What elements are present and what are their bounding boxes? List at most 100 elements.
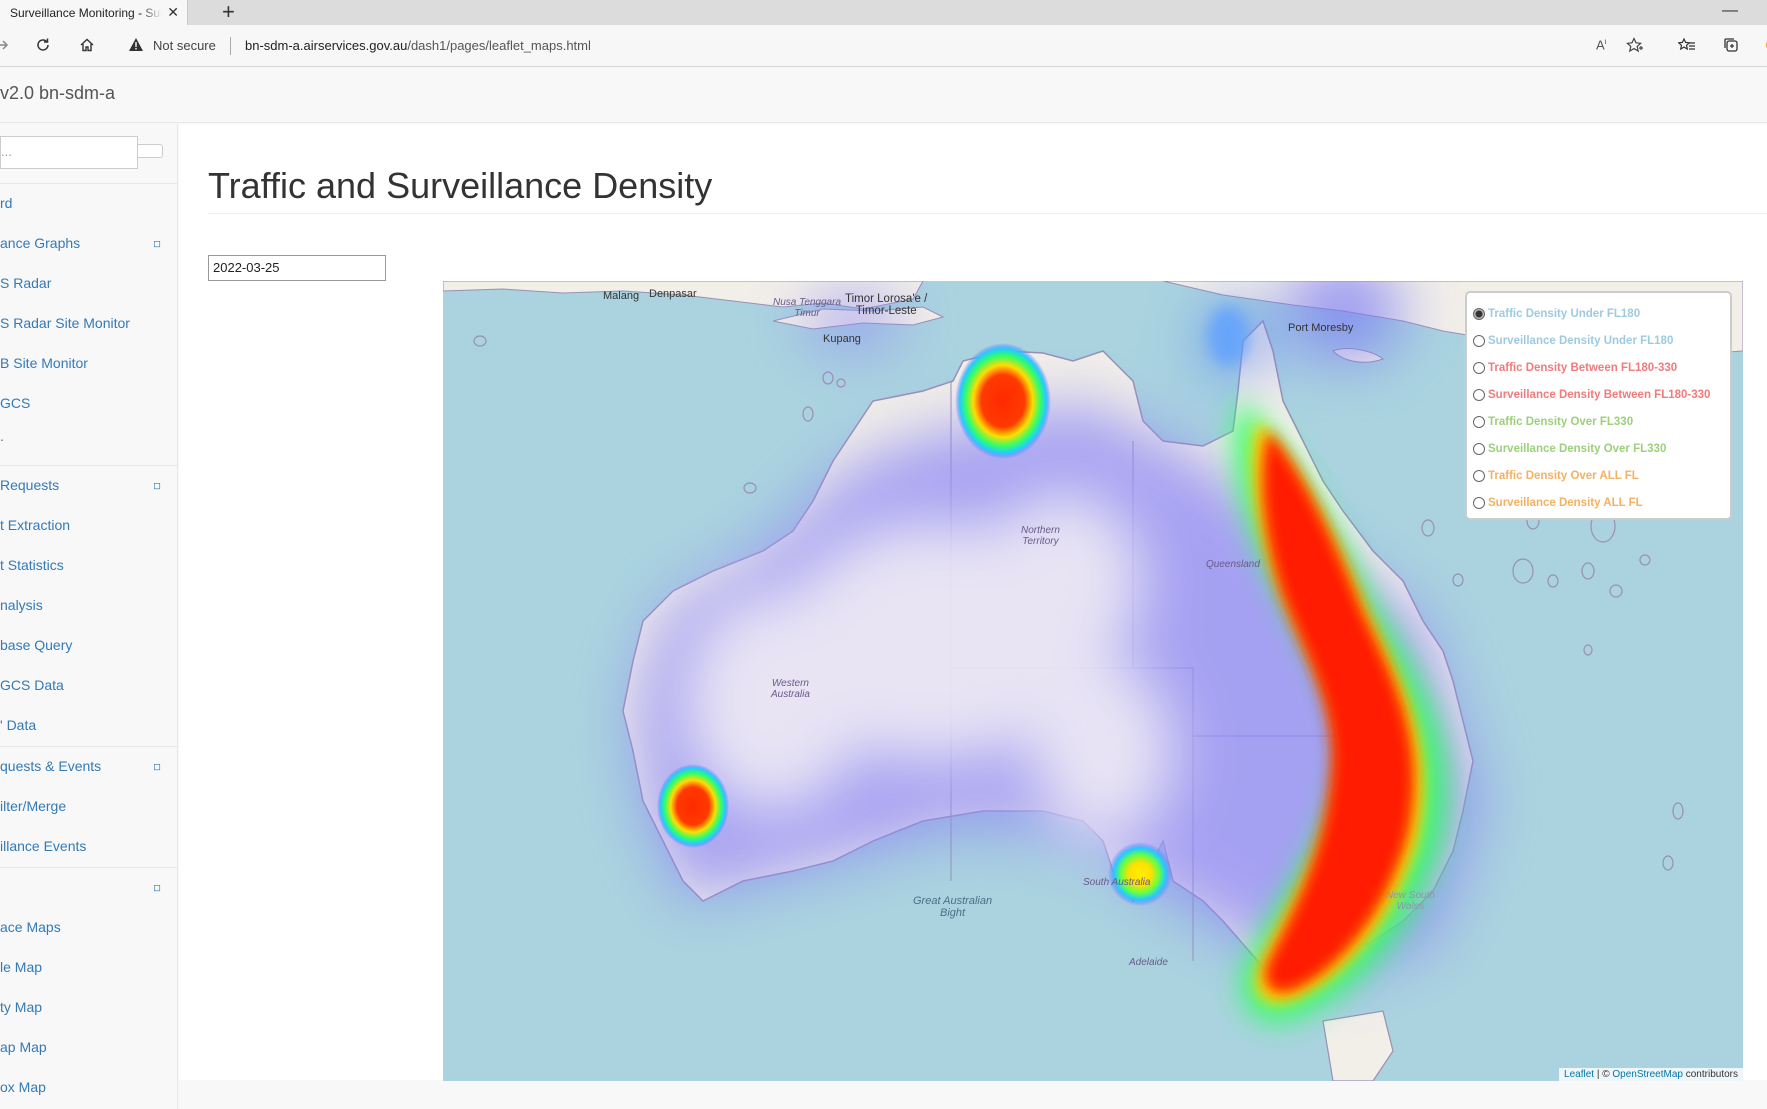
sidebar-item-surface-maps[interactable]: ace Maps [0,908,178,948]
layer-option[interactable]: Traffic Density Over FL330 [1473,408,1724,435]
sidebar-item-database-query[interactable]: base Query [0,626,178,666]
collections-icon[interactable] [1719,33,1743,57]
expand-caret-icon[interactable]: ◽ [153,881,161,894]
url-host: bn-sdm-a.airservices.gov.au [245,38,408,53]
browser-tab-strip: Surveillance Monitoring - Surveillance ✕… [0,0,1767,25]
url-text[interactable]: bn-sdm-a.airservices.gov.au/dash1/pages/… [245,38,591,53]
sidebar-item-requests[interactable]: Requests [0,466,178,506]
layer-option[interactable]: Surveillance Density Between FL180-330 [1473,381,1724,408]
extension-icon[interactable] [1757,33,1767,57]
address-separator [230,37,231,55]
osm-link[interactable]: OpenStreetMap [1612,1069,1683,1080]
heatmap-hotspot-png [1208,306,1248,366]
sidebar-search-input[interactable]: ... [0,136,138,169]
not-secure-label[interactable]: Not secure [153,38,216,53]
radio-button[interactable] [1473,334,1485,347]
layer-label: Surveillance Density Over FL330 [1488,442,1667,455]
attribution-separator: | © [1594,1069,1613,1080]
map-label-port-moresby: Port Moresby [1288,322,1354,334]
radio-button[interactable] [1473,361,1485,374]
layer-control: Traffic Density Under FL180 Surveillance… [1465,291,1732,520]
layer-label: Surveillance Density Between FL180-330 [1488,388,1711,401]
layer-label: Traffic Density Over ALL FL [1488,469,1639,482]
attribution-suffix: contributors [1682,1069,1738,1080]
sidebar-item-surveillance-events[interactable]: illance Events [0,827,178,867]
read-aloud-icon[interactable]: Aι [1596,37,1606,52]
radio-button[interactable] [1473,388,1485,401]
sidebar-item-data[interactable]: ' Data [0,706,178,746]
app-brand[interactable]: v2.0 bn-sdm-a [0,83,115,104]
sidebar-item-analysis[interactable]: nalysis [0,586,178,626]
sidebar-item-misc[interactable]: . [0,417,178,457]
layer-option[interactable]: Traffic Density Over ALL FL [1473,462,1724,489]
expand-caret-icon[interactable]: ◽ [153,237,161,250]
address-bar[interactable]: Not secure bn-sdm-a.airservices.gov.au/d… [118,31,1652,61]
sidebar-item-gcs-data[interactable]: GCS Data [0,666,178,706]
date-input[interactable]: 2022-03-25 [208,255,386,281]
sidebar-item-mapbox-map[interactable]: ox Map [0,1068,178,1108]
app-navbar: v2.0 bn-sdm-a [0,67,1767,123]
minimize-window-button[interactable]: — [1722,2,1738,20]
tab-title: Surveillance Monitoring - Surveillance [10,5,162,20]
map-label-new-south-wales: New South Wales [1386,890,1435,912]
radio-button[interactable] [1473,469,1485,482]
leaflet-link[interactable]: Leaflet [1564,1069,1594,1080]
favorites-icon[interactable] [1675,33,1699,57]
page-title: Traffic and Surveillance Density [208,165,713,206]
sidebar-item-ss-radar[interactable]: S Radar [0,264,178,304]
map-label-south-australia: South Australia [1083,877,1151,888]
heatmap-hotspot-darwin [955,343,1051,459]
layer-option[interactable]: Surveillance Density Over FL330 [1473,435,1724,462]
sidebar: ... rd ance Graphs ◽ S Radar S Radar Sit… [0,124,178,1109]
url-path: /dash1/pages/leaflet_maps.html [407,38,591,53]
radio-selected[interactable] [1473,307,1485,320]
layer-label: Traffic Density Between FL180-330 [1488,361,1678,374]
sidebar-item-maps-group[interactable] [0,868,178,908]
sidebar-item-filter-merge[interactable]: ilter/Merge [0,787,178,827]
layer-option[interactable]: Surveillance Density Under FL180 [1473,327,1724,354]
radio-button[interactable] [1473,442,1485,455]
map-label-great-australian-bight: Great Australian Bight [913,895,993,919]
map-label-queensland: Queensland [1206,559,1260,570]
sidebar-item-requests-events[interactable]: quests & Events [0,747,178,787]
sidebar-item-density-map[interactable]: ty Map [0,988,178,1028]
close-tab-icon[interactable]: ✕ [167,4,179,21]
leaflet-map[interactable]: Malang Denpasar Nusa Tenggara Timur Timo… [443,281,1743,1081]
sidebar-item-extraction[interactable]: t Extraction [0,506,178,546]
map-label-malang: Malang [603,290,640,302]
home-icon[interactable] [75,33,99,57]
sidebar-item-dashboard[interactable]: rd [0,184,178,224]
refresh-icon[interactable] [31,33,55,57]
radio-button[interactable] [1473,496,1485,509]
sidebar-item-surveillance-graphs[interactable]: ance Graphs [0,224,178,264]
sidebar-search-button[interactable] [137,144,163,158]
map-label-kupang: Kupang [823,333,861,345]
layer-label: Traffic Density Over FL330 [1488,415,1634,428]
map-attribution: Leaflet | © OpenStreetMap contributors [1559,1068,1743,1081]
new-tab-button[interactable]: + [222,0,235,24]
sidebar-item-adsb-site-monitor[interactable]: B Site Monitor [0,344,178,384]
forward-icon[interactable] [0,33,14,57]
heatmap-hotspot-adelaide [1108,842,1172,906]
search-placeholder: ... [1,144,12,159]
map-label-western-australia: Western Australia [771,678,810,700]
sidebar-item-statistics[interactable]: t Statistics [0,546,178,586]
sidebar-item-single-map[interactable]: le Map [0,948,178,988]
map-label-timor: Timor Lorosa'e / Timor-Leste [845,293,928,317]
radio-button[interactable] [1473,415,1485,428]
layer-option[interactable]: Surveillance Density ALL FL [1473,489,1724,516]
heatmap-hotspot-perth [657,764,729,848]
add-favorite-icon[interactable] [1626,37,1644,56]
layer-label: Traffic Density Under FL180 [1488,307,1641,320]
map-label-northern-territory: Northern Territory [1021,525,1060,547]
title-divider [208,213,1767,214]
layer-option[interactable]: Traffic Density Between FL180-330 [1473,354,1724,381]
sidebar-item-heatmap-map[interactable]: ap Map [0,1028,178,1068]
sidebar-item-ss-radar-site-monitor[interactable]: S Radar Site Monitor [0,304,178,344]
browser-tab[interactable]: Surveillance Monitoring - Surveillance ✕ [0,0,188,25]
expand-caret-icon[interactable]: ◽ [153,760,161,773]
expand-caret-icon[interactable]: ◽ [153,479,161,492]
layer-option[interactable]: Traffic Density Under FL180 [1473,300,1724,327]
browser-toolbar: Not secure bn-sdm-a.airservices.gov.au/d… [0,25,1767,67]
layer-label: Surveillance Density Under FL180 [1488,334,1674,347]
